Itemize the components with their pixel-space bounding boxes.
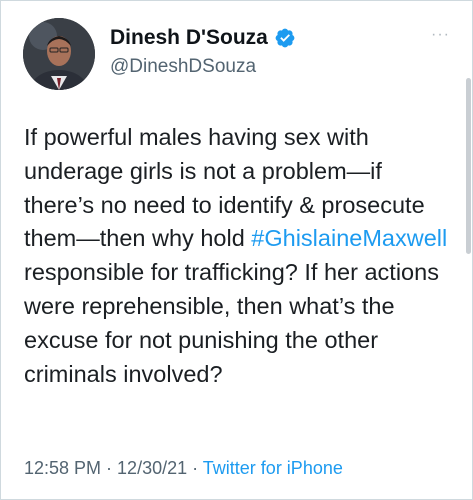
author-display-name[interactable]: Dinesh D'Souza (110, 26, 268, 50)
tweet-metadata: 12:58 PM · 12/30/21 · Twitter for iPhone (24, 458, 343, 479)
tweet-time[interactable]: 12:58 PM (24, 458, 101, 478)
tweet-header: Dinesh D'Souza @DineshDSouza ··· (23, 18, 454, 92)
avatar-image (23, 18, 95, 90)
tweet-card: Dinesh D'Souza @DineshDSouza ··· If powe… (0, 0, 473, 500)
tweet-text: If powerful males having sex with undera… (24, 121, 454, 391)
author-names: Dinesh D'Souza @DineshDSouza (110, 24, 296, 78)
more-options-icon[interactable]: ··· (431, 26, 450, 44)
tweet-source-link[interactable]: Twitter for iPhone (203, 458, 343, 478)
scrollbar[interactable] (466, 78, 471, 254)
meta-separator-2: · (187, 458, 203, 478)
verified-badge-icon (274, 27, 296, 49)
display-name-row: Dinesh D'Souza (110, 24, 296, 52)
tweet-date[interactable]: 12/30/21 (117, 458, 187, 478)
avatar[interactable] (23, 18, 95, 90)
author-handle[interactable]: @DineshDSouza (110, 56, 296, 78)
hashtag-link[interactable]: #GhislaineMaxwell (251, 225, 447, 251)
tweet-text-after: responsible for trafficking? If her acti… (24, 259, 439, 387)
meta-separator: · (101, 458, 118, 478)
